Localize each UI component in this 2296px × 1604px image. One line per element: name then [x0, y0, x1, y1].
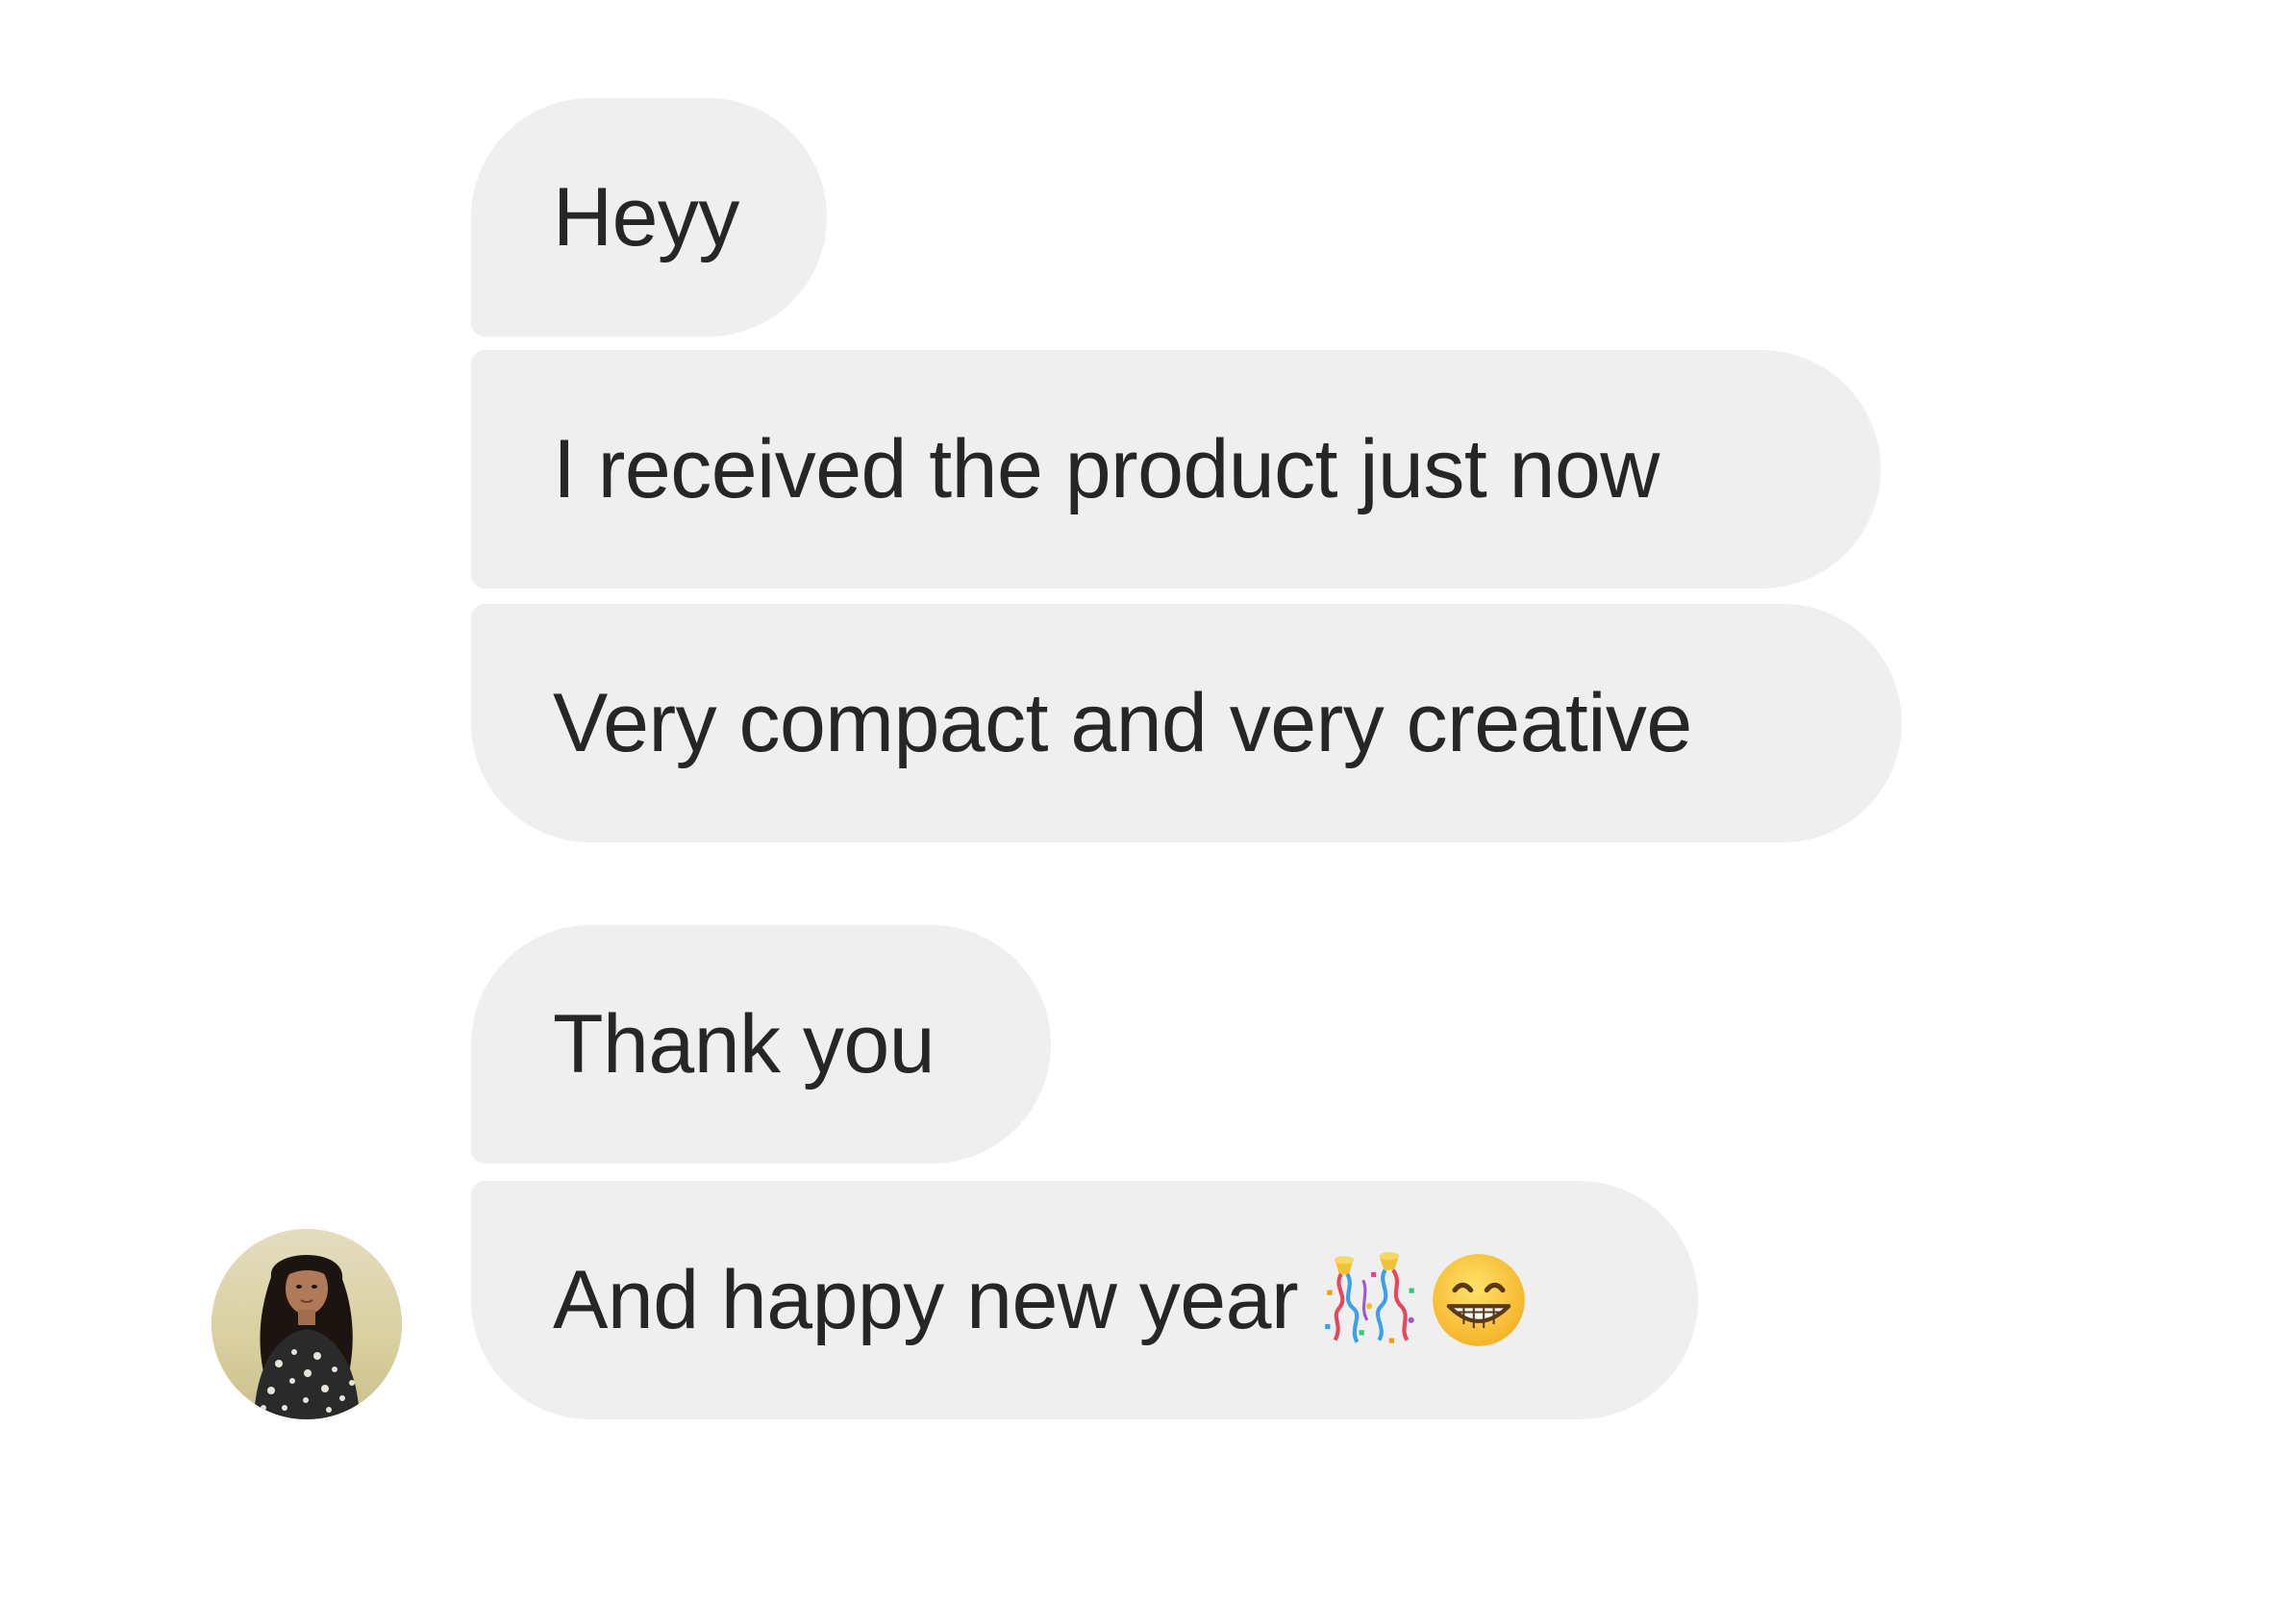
message-text: Heyy: [553, 170, 739, 263]
message-text: I received the product just now: [553, 422, 1660, 515]
message-text: Thank you: [553, 997, 936, 1090]
message-text: And happy new year: [553, 1253, 1299, 1346]
message-bubble[interactable]: Thank you: [471, 925, 1051, 1164]
message-thread: Heyy I received the product just now Ver…: [0, 0, 2296, 1604]
message-bubble[interactable]: Heyy: [471, 98, 827, 337]
party-popper-icon: [1325, 1252, 1414, 1343]
message-text: Very compact and very creative: [553, 676, 1692, 769]
message-bubble[interactable]: I received the product just now: [471, 350, 1881, 589]
avatar[interactable]: [212, 1229, 402, 1419]
message-bubble[interactable]: Very compact and very creative: [471, 604, 1902, 842]
avatar-photo: [212, 1229, 402, 1419]
message-bubble[interactable]: And happy new year: [471, 1181, 1698, 1419]
grinning-face-icon: [1433, 1254, 1525, 1346]
